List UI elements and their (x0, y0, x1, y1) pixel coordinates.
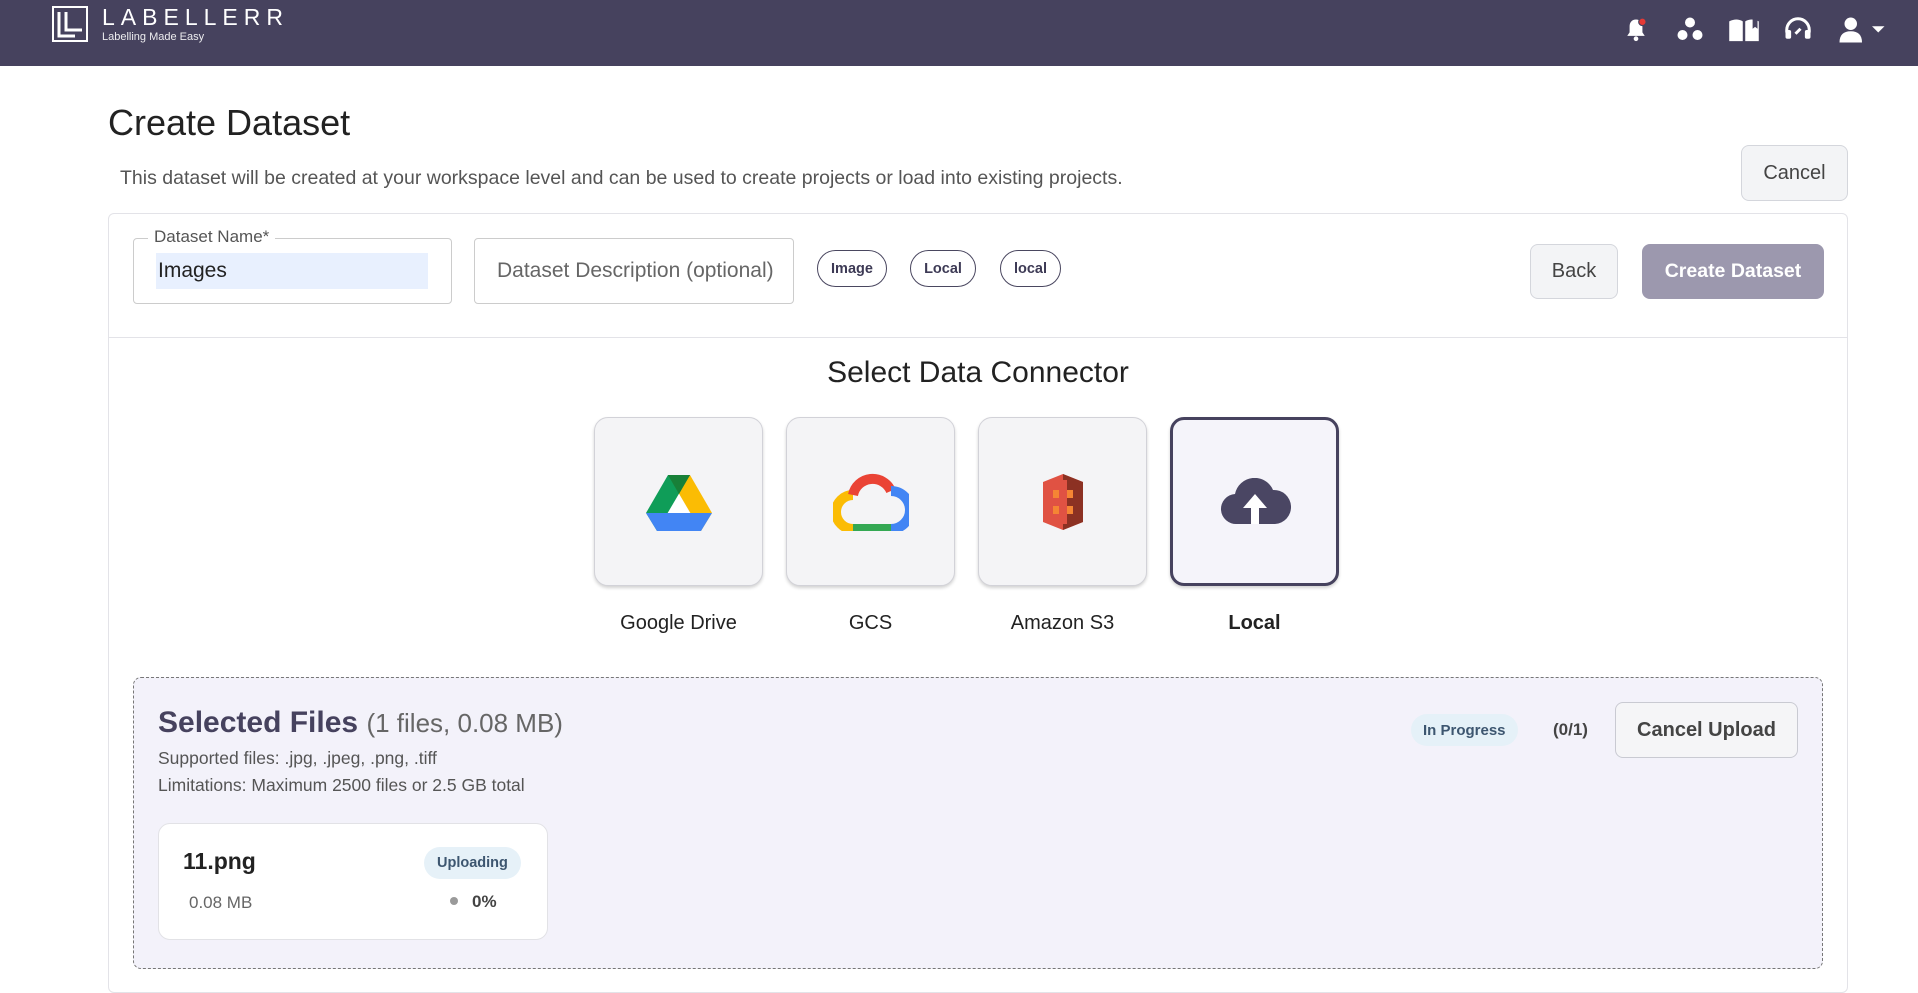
cancel-button[interactable]: Cancel (1741, 145, 1848, 201)
brand-name: LABELLERR (102, 4, 289, 30)
connector-section-title: Select Data Connector (827, 356, 1129, 389)
file-name: 11.png (183, 848, 256, 874)
user-account-icon[interactable] (1836, 14, 1888, 46)
brand-logo[interactable]: LABELLERR Labelling Made Easy (52, 4, 289, 44)
cancel-upload-button[interactable]: Cancel Upload (1615, 702, 1798, 758)
dataset-name-label: Dataset Name* (148, 227, 276, 247)
connector-label-local: Local (1228, 612, 1281, 634)
file-status-badge: Uploading (424, 847, 521, 879)
cloud-upload-icon (1220, 477, 1291, 524)
tag-chip-local[interactable]: Local (910, 250, 976, 287)
limitations-text: Limitations: Maximum 2500 files or 2.5 G… (158, 775, 525, 795)
workspace-dots-icon[interactable] (1674, 14, 1706, 46)
labellerr-logo-icon (52, 6, 88, 42)
tag-chip-image[interactable]: Image (817, 250, 887, 287)
create-dataset-button[interactable]: Create Dataset (1642, 244, 1824, 299)
file-progress: 0% (472, 892, 497, 911)
connector-google-drive[interactable] (594, 417, 763, 586)
progress-dot-icon (450, 897, 458, 905)
selected-files-title: Selected Files (158, 706, 359, 739)
bell-notification-icon[interactable] (1620, 14, 1652, 46)
google-drive-icon (645, 474, 712, 531)
upload-status-badge: In Progress (1411, 714, 1518, 746)
connector-gcs[interactable] (786, 417, 955, 586)
top-navbar: LABELLERR Labelling Made Easy (0, 0, 1918, 66)
file-size: 0.08 MB (189, 893, 253, 912)
file-card (158, 823, 548, 940)
selected-files-heading: Selected Files (1 files, 0.08 MB) (158, 706, 563, 740)
upload-count: (0/1) (1553, 720, 1588, 739)
support-headset-icon[interactable] (1782, 14, 1814, 46)
dataset-name-input[interactable] (156, 253, 428, 289)
supported-files-text: Supported files: .jpg, .jpeg, .png, .tif… (158, 748, 437, 768)
gcs-cloud-icon (832, 473, 909, 531)
connector-label-google-drive: Google Drive (620, 612, 737, 634)
connector-local[interactable] (1170, 417, 1339, 586)
selected-files-summary: (1 files, 0.08 MB) (366, 708, 563, 738)
amazon-s3-icon (1042, 473, 1083, 530)
dataset-description-input[interactable] (474, 238, 794, 304)
docs-book-icon[interactable] (1728, 14, 1760, 46)
back-button[interactable]: Back (1530, 244, 1618, 299)
page-description: This dataset will be created at your wor… (120, 167, 1123, 189)
connector-label-amazon-s3: Amazon S3 (1010, 612, 1115, 634)
connector-label-gcs: GCS (848, 612, 893, 634)
tag-chip-local-lower[interactable]: local (1000, 250, 1061, 287)
brand-tagline: Labelling Made Easy (102, 31, 205, 43)
page-title: Create Dataset (108, 102, 351, 143)
connector-amazon-s3[interactable] (978, 417, 1147, 586)
card-divider (108, 337, 1848, 338)
